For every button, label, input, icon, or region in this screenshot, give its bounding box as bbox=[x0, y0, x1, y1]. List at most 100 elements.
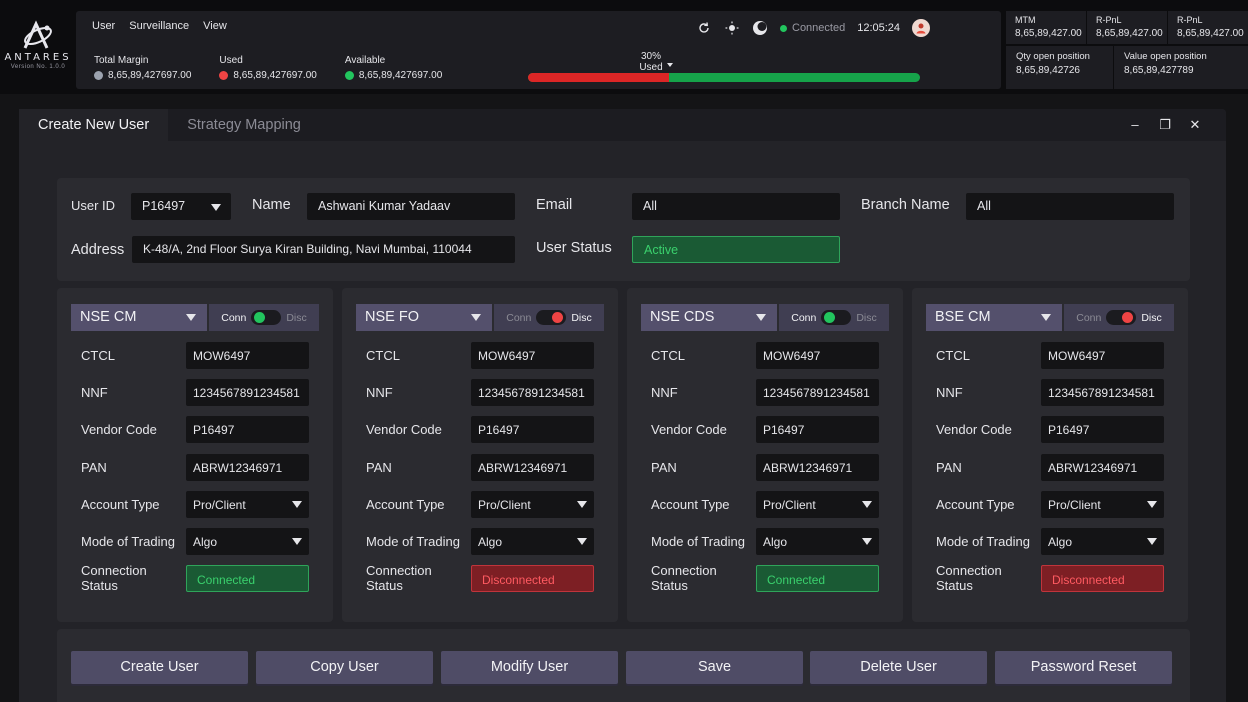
vendor-field[interactable]: P16497 bbox=[1041, 416, 1164, 443]
mode-label: Mode of Trading bbox=[366, 534, 460, 549]
total-margin-label: Total Margin bbox=[94, 55, 149, 66]
connection-toggle[interactable]: Conn Disc bbox=[209, 304, 319, 331]
vendor-label: Vendor Code bbox=[651, 422, 727, 437]
toggle-knob bbox=[552, 312, 564, 323]
mtm-value: 8,65,89,427.00 bbox=[1015, 28, 1082, 39]
exchange-select[interactable]: NSE CM bbox=[71, 304, 207, 331]
top-bar: ANTARES Version No. 1.0.0 User Surveilla… bbox=[0, 0, 1248, 94]
ctcl-field[interactable]: MOW6497 bbox=[186, 342, 309, 369]
account-label: Account Type bbox=[651, 497, 730, 512]
disc-toggle-label: Disc bbox=[1141, 311, 1162, 324]
vendor-label: Vendor Code bbox=[366, 422, 442, 437]
usage-bar-fill bbox=[528, 73, 670, 82]
account-label: Account Type bbox=[81, 497, 160, 512]
account-field[interactable]: Pro/Client bbox=[756, 491, 879, 518]
save-button[interactable]: Save bbox=[626, 651, 803, 684]
toggle-switch[interactable] bbox=[251, 310, 282, 325]
pan-field[interactable]: ABRW12346971 bbox=[1041, 454, 1164, 481]
menu-user[interactable]: User bbox=[92, 20, 115, 32]
connection-toggle[interactable]: Conn Disc bbox=[494, 304, 604, 331]
create-user-window: Create New User Strategy Mapping – ❐ ✕ U… bbox=[19, 109, 1226, 702]
mode-field[interactable]: Algo bbox=[186, 528, 309, 555]
rpnl-label-1: R-PnL bbox=[1096, 15, 1122, 25]
vendor-field[interactable]: P16497 bbox=[756, 416, 879, 443]
menu-surveillance[interactable]: Surveillance bbox=[129, 20, 189, 32]
vendor-field[interactable]: P16497 bbox=[186, 416, 309, 443]
exchange-select[interactable]: NSE FO bbox=[356, 304, 492, 331]
used-margin-label: Used bbox=[219, 55, 243, 66]
account-field[interactable]: Pro/Client bbox=[186, 491, 309, 518]
account-field[interactable]: Pro/Client bbox=[471, 491, 594, 518]
exchange-card: NSE FO Conn Disc CTCL MOW6497 NNF 123456789123… bbox=[342, 288, 618, 622]
email-field[interactable]: All bbox=[632, 193, 840, 220]
disc-toggle-label: Disc bbox=[856, 311, 877, 324]
light-mode-icon[interactable] bbox=[724, 20, 740, 36]
available-margin-label: Available bbox=[344, 55, 386, 66]
create-user-button[interactable]: Create User bbox=[71, 651, 248, 684]
available-margin: Available 8,65,89,427697.00 bbox=[344, 55, 442, 81]
caret-down-icon bbox=[667, 63, 673, 67]
account-field[interactable]: Pro/Client bbox=[1041, 491, 1164, 518]
vendor-label: Vendor Code bbox=[81, 422, 157, 437]
exchange-select[interactable]: BSE CM bbox=[926, 304, 1062, 331]
menu-view[interactable]: View bbox=[203, 20, 227, 32]
qty-open-label: Qty open position bbox=[1016, 51, 1090, 62]
tab-strategy-mapping[interactable]: Strategy Mapping bbox=[168, 109, 320, 141]
vendor-label: Vendor Code bbox=[936, 422, 1012, 437]
connection-status-label: Connection Status bbox=[651, 563, 717, 593]
name-label: Name bbox=[252, 197, 291, 213]
exchange-card-header: NSE FO Conn Disc bbox=[356, 304, 604, 331]
ctcl-field[interactable]: MOW6497 bbox=[471, 342, 594, 369]
mode-field[interactable]: Algo bbox=[756, 528, 879, 555]
tab-create-new-user[interactable]: Create New User bbox=[19, 109, 169, 141]
copy-user-button[interactable]: Copy User bbox=[256, 651, 433, 684]
password-reset-button[interactable]: Password Reset bbox=[995, 651, 1172, 684]
nnf-field[interactable]: 1234567891234581 bbox=[186, 379, 309, 406]
user-avatar[interactable] bbox=[912, 19, 931, 37]
close-icon[interactable]: ✕ bbox=[1188, 117, 1202, 133]
ctcl-field[interactable]: MOW6497 bbox=[756, 342, 879, 369]
mode-field[interactable]: Algo bbox=[471, 528, 594, 555]
user-status-label: User Status bbox=[536, 240, 612, 256]
red-dot-icon bbox=[219, 71, 229, 80]
pan-field[interactable]: ABRW12346971 bbox=[471, 454, 594, 481]
mode-field[interactable]: Algo bbox=[1041, 528, 1164, 555]
pan-label: PAN bbox=[651, 460, 677, 475]
brand-name: ANTARES bbox=[4, 52, 72, 63]
nnf-field[interactable]: 1234567891234581 bbox=[1041, 379, 1164, 406]
refresh-icon[interactable] bbox=[696, 20, 712, 36]
vendor-field[interactable]: P16497 bbox=[471, 416, 594, 443]
nnf-label: NNF bbox=[936, 385, 963, 400]
toggle-switch[interactable] bbox=[821, 310, 852, 325]
margin-summary: Total Margin 8,65,89,427697.00 Used 8,65… bbox=[94, 55, 470, 81]
status-area: Connected 12:05:24 bbox=[696, 19, 931, 37]
total-margin: Total Margin 8,65,89,427697.00 bbox=[94, 55, 191, 81]
ctcl-field[interactable]: MOW6497 bbox=[1041, 342, 1164, 369]
toggle-switch[interactable] bbox=[536, 310, 567, 325]
nnf-field[interactable]: 1234567891234581 bbox=[756, 379, 879, 406]
window-tabs: Create New User Strategy Mapping bbox=[19, 109, 320, 141]
name-field[interactable]: Ashwani Kumar Yadaav bbox=[307, 193, 515, 220]
connection-label-line2: Status bbox=[651, 578, 688, 593]
modify-user-button[interactable]: Modify User bbox=[441, 651, 618, 684]
exchange-select[interactable]: NSE CDS bbox=[641, 304, 777, 331]
delete-user-button[interactable]: Delete User bbox=[810, 651, 987, 684]
dark-mode-icon[interactable] bbox=[752, 20, 768, 36]
user-id-select[interactable]: P16497 bbox=[131, 193, 231, 220]
maximize-icon[interactable]: ❐ bbox=[1158, 117, 1172, 133]
toggle-switch[interactable] bbox=[1106, 310, 1137, 325]
address-field[interactable]: K-48/A, 2nd Floor Surya Kiran Building, … bbox=[132, 236, 515, 263]
conn-toggle-label: Conn bbox=[1076, 311, 1102, 324]
green-dot-icon bbox=[344, 71, 354, 80]
nnf-field[interactable]: 1234567891234581 bbox=[471, 379, 594, 406]
connection-toggle[interactable]: Conn Disc bbox=[779, 304, 889, 331]
connection-toggle[interactable]: Conn Disc bbox=[1064, 304, 1174, 331]
conn-toggle-label: Conn bbox=[221, 311, 247, 324]
nnf-label: NNF bbox=[651, 385, 678, 400]
pan-field[interactable]: ABRW12346971 bbox=[756, 454, 879, 481]
minimize-icon[interactable]: – bbox=[1128, 117, 1142, 133]
branch-name-field[interactable]: All bbox=[966, 193, 1174, 220]
pan-field[interactable]: ABRW12346971 bbox=[186, 454, 309, 481]
connection-text: Connected bbox=[792, 22, 846, 34]
connection-label-line1: Connection bbox=[936, 563, 1002, 578]
